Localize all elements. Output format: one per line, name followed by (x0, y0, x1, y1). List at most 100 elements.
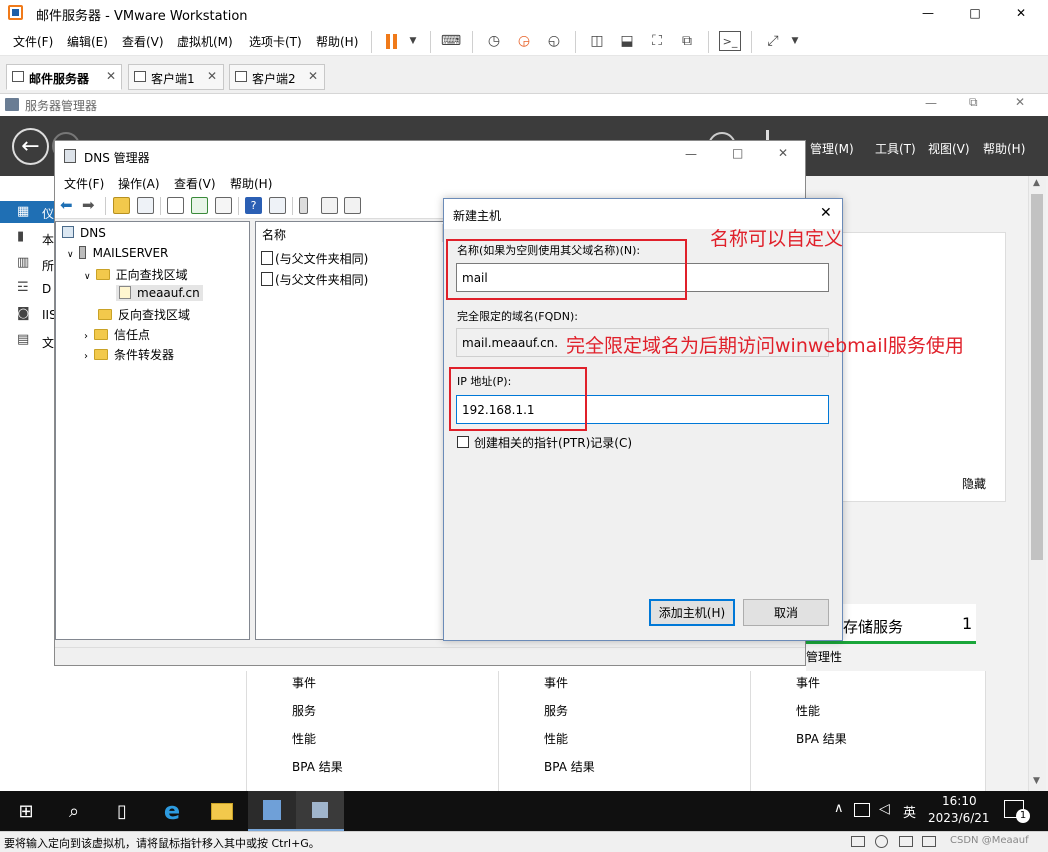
copy-icon[interactable] (344, 197, 361, 214)
back-icon[interactable]: ← (12, 128, 49, 165)
network-icon[interactable] (854, 803, 870, 817)
dns-manager-taskbar-icon[interactable] (296, 791, 344, 831)
menu-edit[interactable]: 编辑(E) (67, 33, 108, 50)
maximize-button[interactable]: □ (952, 0, 998, 26)
guest-screen[interactable]: 服务器管理器 — ⧉ ✕ ← 管理(M) 工具(T) 视图(V) 帮助(H) ▦… (0, 94, 1048, 791)
dns-menu-action[interactable]: 操作(A) (118, 175, 160, 192)
sm-menu-view[interactable]: 视图(V) (928, 140, 970, 157)
list-item[interactable]: (与父文件夹相同) (261, 271, 368, 288)
ptr-checkbox-label[interactable]: 创建相关的指针(PTR)记录(C) (474, 434, 632, 451)
server-manager-taskbar-icon[interactable] (248, 791, 296, 831)
tree-node-zone-meaauf[interactable]: meaauf.cn (116, 285, 203, 301)
menu-tabs[interactable]: 选项卡(T) (249, 33, 302, 50)
tab-mail-server[interactable]: 邮件服务器 ✕ (6, 64, 122, 90)
start-windows-icon[interactable]: ⊞ (2, 791, 50, 831)
export-list-icon[interactable] (215, 197, 232, 214)
revert-snapshot-icon[interactable]: ◶ (513, 31, 535, 51)
tile-performance-link[interactable]: 性能 (796, 702, 820, 719)
sm-menu-tools[interactable]: 工具(T) (875, 140, 916, 157)
unity-icon[interactable]: ⧉ (676, 31, 698, 51)
close-tab-icon[interactable]: ✕ (308, 69, 318, 83)
ptr-checkbox[interactable] (457, 436, 469, 448)
back-arrow-icon[interactable]: ⬅ (60, 197, 77, 214)
tab-client1[interactable]: 客户端1 ✕ (128, 64, 224, 90)
clock-date[interactable]: 2023/6/21 (928, 811, 990, 825)
pause-icon[interactable] (380, 31, 402, 51)
close-tab-icon[interactable]: ✕ (106, 69, 116, 83)
forward-arrow-icon[interactable]: ➡ (82, 197, 99, 214)
volume-icon[interactable]: ◁ (879, 801, 890, 817)
tile-performance-link[interactable]: 性能 (544, 730, 568, 747)
pause-dropdown-icon[interactable]: ▼ (402, 31, 424, 51)
tab-client2[interactable]: 客户端2 ✕ (229, 64, 325, 90)
sm-close-button[interactable]: ✕ (1015, 95, 1025, 109)
cancel-button[interactable]: 取消 (743, 599, 829, 626)
stretch-dropdown-icon[interactable]: ▼ (784, 31, 806, 51)
nav-item-label[interactable]: 所 (42, 257, 54, 274)
tree-node-trust-points[interactable]: › 信任点 (84, 326, 150, 343)
tile-bpa-link[interactable]: BPA 结果 (544, 758, 595, 775)
dns-minimize-button[interactable]: — (685, 147, 697, 161)
help-icon[interactable]: ? (245, 197, 262, 214)
snapshot-manager-icon[interactable]: ◵ (543, 31, 565, 51)
thumbnail-bar-icon[interactable]: ⬓ (616, 31, 638, 51)
role-tile[interactable]: 事件 服务 性能 BPA 结果 (246, 671, 500, 791)
nav-item-label[interactable]: 文 (42, 334, 54, 351)
add-host-button[interactable]: 添加主机(H) (649, 599, 735, 626)
nav-item-label[interactable]: 本 (42, 231, 54, 248)
sm-menu-manage[interactable]: 管理(M) (810, 140, 854, 157)
tile-events-link[interactable]: 事件 (544, 674, 568, 691)
input-language[interactable]: 英 (903, 802, 916, 821)
show-hidden-icons-icon[interactable]: ∧ (834, 801, 844, 816)
refresh-list-icon[interactable] (191, 197, 208, 214)
tile-performance-link[interactable]: 性能 (292, 730, 316, 747)
chevron-right-icon[interactable]: › (84, 351, 88, 362)
task-view-icon[interactable]: ▯ (98, 791, 146, 831)
chevron-right-icon[interactable]: › (84, 331, 88, 342)
chevron-down-icon[interactable]: ∨ (67, 250, 74, 260)
tile-services-link[interactable]: 服务 (544, 702, 568, 719)
menu-vm[interactable]: 虚拟机(M) (177, 33, 233, 50)
tree-node-server[interactable]: ∨ MAILSERVER (67, 246, 168, 260)
record-list-icon[interactable] (321, 197, 338, 214)
ie-browser-icon[interactable]: e (148, 791, 196, 831)
dns-maximize-button[interactable]: □ (732, 146, 743, 160)
dns-menu-help[interactable]: 帮助(H) (230, 175, 272, 192)
role-tile[interactable]: 事件 服务 性能 BPA 结果 (498, 671, 752, 791)
dns-close-button[interactable]: ✕ (778, 146, 788, 160)
up-folder-icon[interactable] (113, 197, 130, 214)
menu-file[interactable]: 文件(F) (13, 33, 53, 50)
tile-events-link[interactable]: 事件 (292, 674, 316, 691)
scroll-up-icon[interactable]: ▲ (1033, 178, 1040, 188)
list-column-header-name[interactable]: 名称 (262, 226, 286, 243)
fullscreen-icon[interactable]: ⛶ (646, 31, 668, 51)
snapshot-icon[interactable]: ◷ (483, 31, 505, 51)
tree-node-conditional-forwarders[interactable]: › 条件转发器 (84, 346, 174, 363)
hide-link[interactable]: 隐藏 (962, 475, 986, 492)
tree-node-dns[interactable]: DNS (62, 226, 106, 240)
tile-events-link[interactable]: 事件 (796, 674, 820, 691)
tile-bpa-link[interactable]: BPA 结果 (796, 730, 847, 747)
close-tab-icon[interactable]: ✕ (207, 69, 217, 83)
minimize-button[interactable]: — (905, 0, 951, 26)
server-icon[interactable] (299, 197, 308, 214)
dns-menu-file[interactable]: 文件(F) (64, 175, 104, 192)
stretch-icon[interactable]: ⤢ (762, 31, 784, 51)
dns-menu-view[interactable]: 查看(V) (174, 175, 216, 192)
file-explorer-icon[interactable] (198, 791, 246, 831)
close-button[interactable]: ✕ (998, 0, 1044, 26)
list-item[interactable]: (与父文件夹相同) (261, 250, 368, 267)
console-icon[interactable]: >_ (719, 31, 741, 51)
properties-icon[interactable] (167, 197, 184, 214)
scroll-thumb[interactable] (1031, 194, 1043, 560)
tile-services-link[interactable]: 服务 (292, 702, 316, 719)
tile-bpa-link[interactable]: BPA 结果 (292, 758, 343, 775)
tree-node-reverse-zones[interactable]: 反向查找区域 (98, 306, 190, 323)
tree-node-forward-zones[interactable]: ∨ 正向查找区域 (84, 266, 188, 283)
action-pane-icon[interactable] (269, 197, 286, 214)
role-tile[interactable]: 事件 性能 BPA 结果 (750, 671, 986, 791)
menu-view[interactable]: 查看(V) (122, 33, 164, 50)
dialog-close-button[interactable]: ✕ (820, 205, 832, 221)
sm-maximize-button[interactable]: ⧉ (969, 95, 978, 110)
sm-minimize-button[interactable]: — (925, 96, 937, 110)
